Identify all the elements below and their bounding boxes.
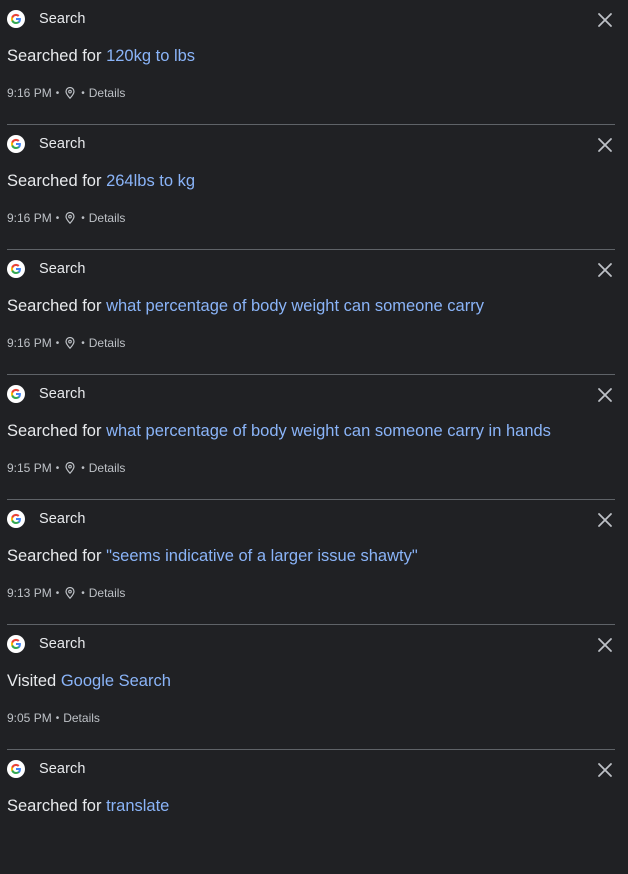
activity-meta: 9:05 PM • Details — [7, 711, 100, 725]
activity-title: Searched for translate — [7, 797, 169, 816]
activity-time: 9:16 PM — [7, 211, 52, 225]
google-g-icon — [7, 510, 25, 528]
delete-item-button[interactable] — [597, 762, 613, 778]
activity-action: Searched for — [7, 547, 102, 565]
product-label: Search — [39, 636, 86, 652]
product-label: Search — [39, 511, 86, 527]
activity-link[interactable]: 120kg to lbs — [106, 47, 195, 65]
activity-action: Visited — [7, 672, 57, 690]
activity-action: Searched for — [7, 47, 102, 65]
details-link[interactable]: Details — [89, 211, 126, 225]
activity-item: Search Searched for 264lbs to kg 9:16 PM… — [7, 125, 615, 250]
google-g-icon — [7, 260, 25, 278]
activity-action: Searched for — [7, 297, 102, 315]
activity-item: Search Visited Google Search 9:05 PM • D… — [7, 625, 615, 750]
product-label: Search — [39, 386, 86, 402]
activity-item: Search Searched for what percentage of b… — [7, 375, 615, 500]
delete-item-button[interactable] — [597, 512, 613, 528]
separator-dot: • — [55, 87, 60, 99]
activity-link[interactable]: 264lbs to kg — [106, 172, 195, 190]
details-link[interactable]: Details — [63, 711, 100, 725]
separator-dot: • — [55, 587, 60, 599]
activity-item: Search Searched for 120kg to lbs 9:16 PM… — [7, 0, 615, 125]
delete-item-button[interactable] — [597, 262, 613, 278]
activity-link[interactable]: translate — [106, 797, 169, 815]
activity-meta: 9:16 PM • • Details — [7, 211, 125, 225]
details-link[interactable]: Details — [89, 86, 126, 100]
activity-time: 9:15 PM — [7, 461, 52, 475]
activity-link[interactable]: what percentage of body weight can someo… — [106, 422, 551, 440]
activity-meta: 9:13 PM • • Details — [7, 586, 125, 600]
activity-title: Searched for "seems indicative of a larg… — [7, 547, 418, 566]
activity-title: Visited Google Search — [7, 672, 171, 691]
google-g-icon — [7, 10, 25, 28]
activity-item: Search Searched for what percentage of b… — [7, 250, 615, 375]
location-pin-icon[interactable] — [65, 587, 75, 599]
activity-link[interactable]: Google Search — [61, 672, 171, 690]
separator-dot: • — [81, 462, 85, 474]
activity-action: Searched for — [7, 422, 102, 440]
location-pin-icon[interactable] — [65, 87, 75, 99]
google-g-icon — [7, 385, 25, 403]
activity-link[interactable]: what percentage of body weight can someo… — [106, 297, 484, 315]
details-link[interactable]: Details — [89, 461, 126, 475]
activity-meta: 9:15 PM • • Details — [7, 461, 125, 475]
activity-link[interactable]: "seems indicative of a larger issue shaw… — [106, 547, 418, 565]
activity-item: Search Searched for "seems indicative of… — [7, 500, 615, 625]
google-g-icon — [7, 760, 25, 778]
separator-dot: • — [81, 87, 85, 99]
separator-dot: • — [81, 587, 85, 599]
product-label: Search — [39, 136, 86, 152]
activity-feed: Search Searched for 120kg to lbs 9:16 PM… — [0, 0, 628, 874]
separator-dot: • — [55, 462, 60, 474]
separator-dot: • — [55, 212, 60, 224]
activity-action: Searched for — [7, 797, 102, 815]
separator-dot: • — [81, 337, 85, 349]
delete-item-button[interactable] — [597, 137, 613, 153]
activity-title: Searched for what percentage of body wei… — [7, 297, 484, 316]
activity-time: 9:16 PM — [7, 336, 52, 350]
activity-item: Search Searched for translate — [7, 750, 615, 874]
separator-dot: • — [55, 712, 60, 724]
activity-action: Searched for — [7, 172, 102, 190]
activity-meta: 9:16 PM • • Details — [7, 336, 125, 350]
activity-title: Searched for what percentage of body wei… — [7, 422, 551, 441]
activity-title: Searched for 120kg to lbs — [7, 47, 195, 66]
delete-item-button[interactable] — [597, 637, 613, 653]
activity-meta: 9:16 PM • • Details — [7, 86, 125, 100]
delete-item-button[interactable] — [597, 387, 613, 403]
activity-time: 9:16 PM — [7, 86, 52, 100]
google-g-icon — [7, 135, 25, 153]
product-label: Search — [39, 11, 86, 27]
location-pin-icon[interactable] — [65, 212, 75, 224]
google-g-icon — [7, 635, 25, 653]
product-label: Search — [39, 261, 86, 277]
product-label: Search — [39, 761, 86, 777]
activity-title: Searched for 264lbs to kg — [7, 172, 195, 191]
separator-dot: • — [55, 337, 60, 349]
activity-time: 9:05 PM — [7, 711, 52, 725]
details-link[interactable]: Details — [89, 336, 126, 350]
details-link[interactable]: Details — [89, 586, 126, 600]
location-pin-icon[interactable] — [65, 462, 75, 474]
activity-time: 9:13 PM — [7, 586, 52, 600]
delete-item-button[interactable] — [597, 12, 613, 28]
separator-dot: • — [81, 212, 85, 224]
location-pin-icon[interactable] — [65, 337, 75, 349]
